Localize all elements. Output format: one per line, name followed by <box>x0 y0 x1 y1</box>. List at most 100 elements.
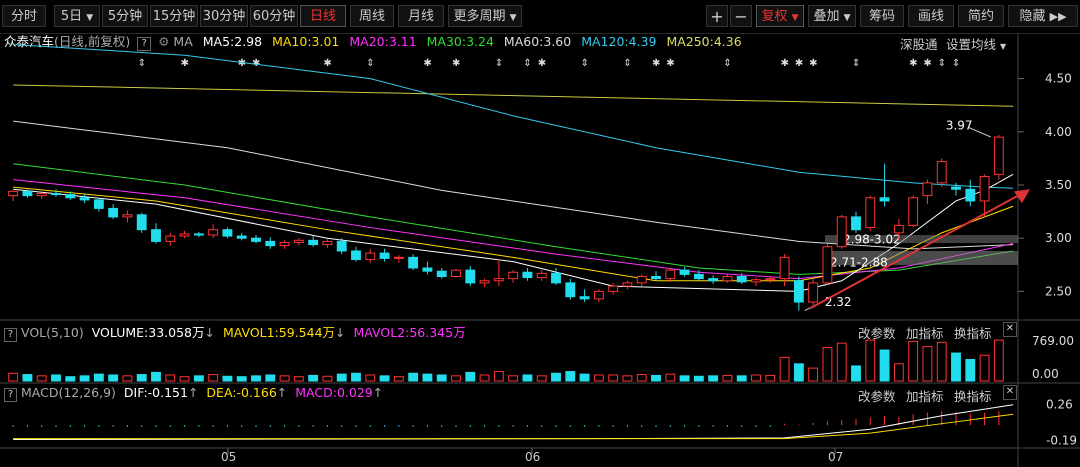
candle-body <box>136 214 147 231</box>
volume-bar <box>108 374 119 382</box>
zone-label-upper: 2.98-3.02 <box>843 232 901 246</box>
zone-label-lower: 2.71-2.88 <box>830 256 888 270</box>
volume-bar <box>551 372 561 382</box>
candle-body <box>651 276 661 280</box>
volume-bar <box>179 376 190 382</box>
candle-body <box>636 276 647 284</box>
candle-body <box>822 246 833 284</box>
candle-body <box>336 240 347 252</box>
event-marker-icon: ✱ <box>809 58 817 69</box>
candle-body <box>751 279 761 283</box>
volume-bar <box>865 339 876 382</box>
price-tick-label: 3.00 <box>1045 231 1072 245</box>
volume-bar <box>622 375 633 382</box>
event-marker-icon: ⇕ <box>952 58 960 69</box>
candle-body <box>379 252 390 259</box>
volume-bar <box>893 363 904 382</box>
volume-bar <box>822 346 833 382</box>
event-marker-icon: ⇕ <box>581 58 589 69</box>
volume-bar <box>779 356 790 382</box>
volume-bar <box>22 374 33 382</box>
event-marker-icon: ⇕ <box>938 58 946 69</box>
candle-body <box>22 190 33 197</box>
candle-body <box>393 256 404 259</box>
volume-bar <box>265 374 276 382</box>
volume-bar <box>336 373 347 382</box>
candle-body <box>608 285 619 292</box>
candle-body <box>836 216 847 248</box>
event-marker-icon: ⇕ <box>495 58 503 69</box>
volume-bar <box>936 341 947 382</box>
event-marker-icon: ✱ <box>795 58 803 69</box>
price-tick-label: 2.50 <box>1045 284 1072 298</box>
candle-body <box>522 271 533 279</box>
candle-body <box>451 269 461 278</box>
volume-bar <box>208 374 219 382</box>
volume-bar <box>165 374 176 382</box>
candle-body <box>851 216 861 231</box>
volume-bar <box>922 346 933 382</box>
event-marker-icon: ✱ <box>923 58 931 69</box>
event-marker-icon: ⇕ <box>366 58 374 69</box>
candle-body <box>665 269 676 280</box>
volume-bar <box>579 373 590 382</box>
event-marker-icon: ⇕ <box>723 58 731 69</box>
event-marker-icon: ✱ <box>323 58 331 69</box>
volume-bar <box>993 339 1004 382</box>
event-marker-icon: ✱ <box>181 58 189 69</box>
volume-bar <box>293 376 304 382</box>
candle-body <box>593 290 604 300</box>
volume-bar <box>422 373 433 382</box>
volume-bar <box>765 374 776 382</box>
candle-body <box>808 282 819 303</box>
event-marker-icon: ✱ <box>781 58 789 69</box>
candle-body <box>236 235 247 239</box>
volume-bar <box>679 375 690 382</box>
volume-bar <box>479 374 490 382</box>
macd-tick-label: 0.26 <box>1046 398 1073 412</box>
volume-bar <box>751 374 761 382</box>
volume-bar <box>51 374 61 382</box>
ma-line-ma250 <box>13 84 1014 107</box>
x-tick-label: 05 <box>221 450 236 464</box>
volume-bar <box>408 372 419 382</box>
candle-body <box>65 194 76 199</box>
volume-bar <box>851 365 861 382</box>
price-tick-label: 4.00 <box>1045 125 1072 139</box>
candle-body <box>36 193 47 197</box>
volume-bar <box>722 374 733 382</box>
volume-bar <box>665 373 676 382</box>
volume-bar <box>8 372 19 382</box>
macd-tick-label: -0.19 <box>1046 433 1077 447</box>
volume-bar <box>93 373 104 382</box>
event-marker-icon: ✱ <box>538 58 546 69</box>
candle-body <box>679 269 690 275</box>
candle-body <box>465 269 476 284</box>
volume-bar <box>308 374 319 382</box>
event-marker-icon: ✱ <box>666 58 674 69</box>
volume-tick-label: 0.00 <box>1032 367 1059 381</box>
volume-bar <box>351 372 361 382</box>
event-marker-icon: ⇕ <box>138 58 146 69</box>
volume-bar <box>593 374 604 382</box>
volume-bar <box>493 371 504 382</box>
volume-bar <box>322 375 333 382</box>
volume-bar <box>508 375 519 382</box>
volume-bar <box>236 376 247 382</box>
x-tick-label: 07 <box>828 450 843 464</box>
volume-bar <box>151 371 161 382</box>
event-marker-icon: ⇕ <box>852 58 860 69</box>
volume-bar <box>65 376 76 382</box>
candle-body <box>765 278 776 281</box>
volume-bar <box>565 371 576 382</box>
volume-bar <box>222 375 233 382</box>
candle-body <box>879 197 890 202</box>
volume-bar <box>651 374 661 382</box>
event-marker-icon: ✱ <box>652 58 660 69</box>
candle-body <box>279 241 290 247</box>
candle-body <box>222 229 233 237</box>
chart-canvas[interactable]: 4.50 4.00 3.50 3.00 2.50 ⇕ ✱ ✱ ✱ ✱ ⇕ ✱ ✱ ⇕ ⇕ ✱ ⇕ ⇕ ✱ ✱ ⇕ ✱ ✱ ✱ ⇕… <box>0 0 1080 467</box>
candle-body <box>193 233 204 236</box>
candle-body <box>893 224 904 234</box>
dif-line <box>13 404 1014 440</box>
